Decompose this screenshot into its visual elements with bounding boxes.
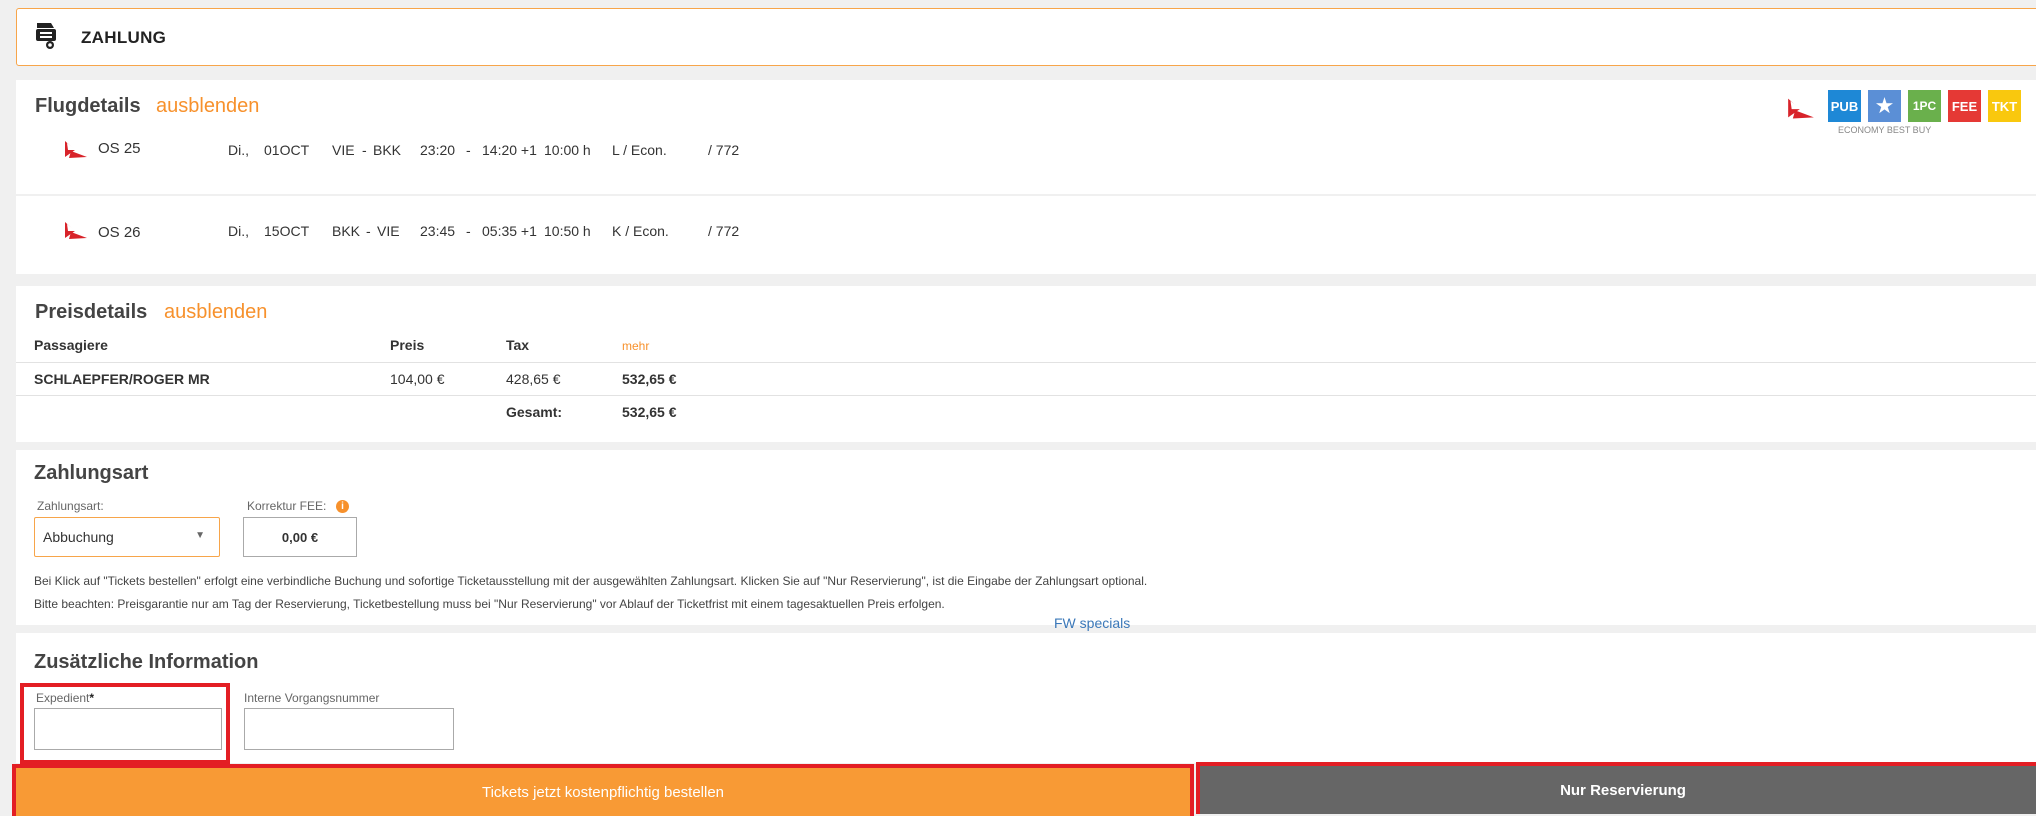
tax-column-header: Tax [506, 337, 530, 353]
internal-reference-label: Interne Vorgangsnummer [244, 691, 380, 705]
price-column-header: Preis [390, 337, 425, 353]
flight-date: 15OCT [264, 223, 310, 239]
info-icon[interactable]: i [336, 500, 349, 513]
airline-logo-icon [1788, 98, 1814, 119]
price-guarantee-note: Bitte beachten: Preisgarantie nur am Tag… [34, 597, 945, 611]
flight-number: OS 26 [98, 224, 141, 241]
fee-correction-value: 0,00 € [281, 530, 319, 545]
payment-method-select[interactable]: Abbuchung ▼ [34, 517, 220, 557]
passenger-name: SCHLAEPFER/ROGER MR [34, 371, 210, 387]
chevron-down-icon: ▼ [195, 530, 205, 541]
flight-details-section: Flugdetails ausblenden OS 25 Di., 01OCT … [16, 80, 2036, 194]
fee-correction-label: Korrektur FEE: [247, 499, 327, 513]
fare-family-label: ECONOMY BEST BUY [1838, 125, 1932, 135]
flight-origin: VIE [332, 142, 355, 158]
divider [16, 395, 2036, 396]
flight-sep: - [362, 142, 367, 158]
flight-aircraft: / 772 [708, 223, 740, 239]
fw-specials-link[interactable]: FW specials [1054, 615, 1130, 631]
total-label: Gesamt: [506, 404, 563, 420]
total-value: 532,65 € [622, 404, 677, 420]
more-link[interactable]: mehr [622, 339, 649, 353]
price-details-title: Preisdetails [35, 301, 148, 323]
flight-duration: 10:50 h [544, 223, 591, 239]
flight-arrival: 05:35 +1 [482, 223, 537, 239]
flight-details-title: Flugdetails [35, 95, 141, 117]
flight-time-sep: - [466, 223, 471, 239]
additional-info-section: Zusätzliche Information Expedient* Inter… [16, 633, 2036, 764]
pub-badge: PUB [1828, 90, 1861, 122]
passenger-tax: 428,65 € [506, 371, 561, 387]
flight-class: L / Econ. [612, 142, 667, 158]
internal-reference-input[interactable] [244, 708, 454, 750]
flight-day: Di., [228, 142, 249, 158]
fee-correction-input[interactable]: 0,00 € [243, 517, 357, 557]
flight-number: OS 25 [98, 140, 141, 157]
airline-logo-icon [65, 222, 87, 239]
flight-departure: 23:20 [420, 142, 456, 158]
flight-day: Di., [228, 223, 249, 239]
baggage-badge: 1PC [1908, 90, 1941, 122]
fee-badge: FEE [1948, 90, 1981, 122]
payment-header: ZAHLUNG [16, 8, 2036, 66]
highlight-frame [20, 683, 230, 764]
passenger-column-header: Passagiere [34, 337, 108, 353]
flight-departure: 23:45 [420, 223, 456, 239]
passenger-total: 532,65 € [622, 371, 677, 387]
price-details-toggle[interactable]: ausblenden [164, 301, 267, 324]
passenger-price: 104,00 € [390, 371, 445, 387]
divider [16, 362, 2036, 363]
flight-origin: BKK [332, 223, 361, 239]
flight-destination: VIE [377, 223, 400, 239]
flight-row: OS 25 Di., 01OCT VIE - BKK 23:20 - 14:20… [16, 140, 916, 168]
price-details-section: Preisdetails ausblenden Passagiere Preis… [16, 286, 2036, 442]
fare-badges: PUB ★ 1PC FEE TKT ECONOMY BEST BUY [1784, 90, 2036, 135]
flight-sep: - [366, 223, 371, 239]
star-icon: ★ [1868, 90, 1901, 122]
payment-method-label: Zahlungsart: [37, 499, 104, 513]
flight-date: 01OCT [264, 142, 310, 158]
flight-destination: BKK [373, 142, 402, 158]
reserve-only-button[interactable]: Nur Reservierung [1196, 762, 2036, 814]
flight-row: OS 26 Di., 15OCT BKK - VIE 23:45 - 05:35… [16, 222, 916, 249]
page-title: ZAHLUNG [81, 28, 167, 47]
flight-duration: 10:00 h [544, 142, 591, 158]
payment-method-value: Abbuchung [43, 529, 114, 545]
flight-aircraft: / 772 [708, 142, 740, 158]
airline-logo-icon [65, 141, 87, 158]
flight-class: K / Econ. [612, 223, 669, 239]
flight-time-sep: - [466, 142, 471, 158]
ticket-printer-icon [36, 23, 56, 49]
order-tickets-button[interactable]: Tickets jetzt kostenpflichtig bestellen [12, 764, 1194, 816]
flight-details-section-2: OS 26 Di., 15OCT BKK - VIE 23:45 - 05:35… [16, 196, 2036, 274]
flight-details-toggle[interactable]: ausblenden [156, 95, 259, 118]
additional-info-title: Zusätzliche Information [34, 651, 259, 673]
ticket-badge: TKT [1988, 90, 2021, 122]
flight-arrival: 14:20 +1 [482, 142, 537, 158]
payment-section: Zahlungsart Zahlungsart: Abbuchung ▼ Kor… [16, 450, 2036, 625]
booking-note: Bei Klick auf "Tickets bestellen" erfolg… [34, 574, 1148, 588]
payment-title: Zahlungsart [34, 462, 149, 484]
